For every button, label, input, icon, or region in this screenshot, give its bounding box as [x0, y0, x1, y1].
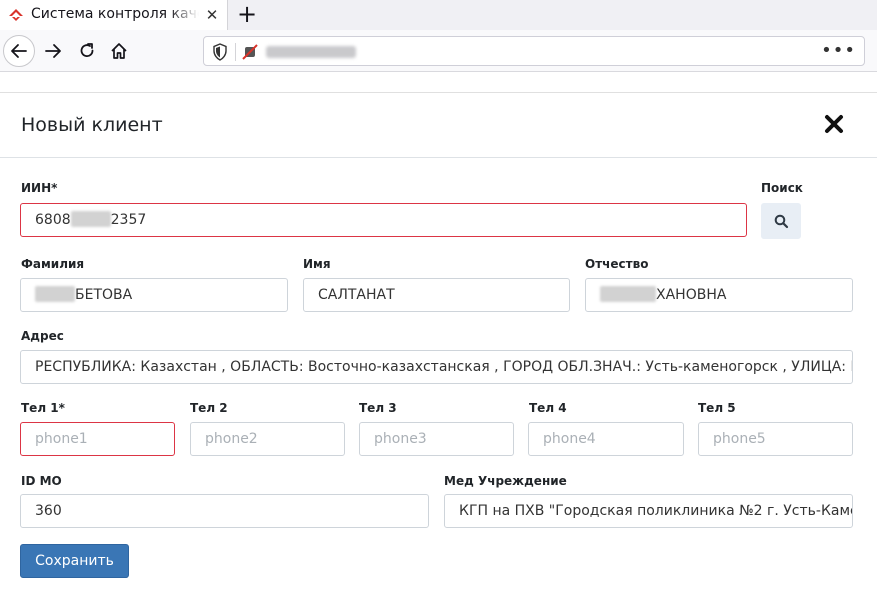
permissions-blocked-icon[interactable] [241, 43, 259, 61]
phone1-input[interactable]: phone1 [20, 422, 175, 456]
patronymic-redacted [600, 286, 656, 302]
arrow-right-icon [45, 44, 61, 58]
patronymic-input[interactable]: ХАНОВНА [585, 278, 853, 312]
modal-title: Новый клиент [21, 114, 163, 136]
save-button[interactable]: Сохранить [20, 544, 129, 578]
iin-input[interactable]: 6808 2357 [20, 203, 747, 237]
home-button[interactable] [103, 35, 135, 67]
id-mo-input[interactable]: 360 [20, 494, 429, 528]
iin-value-end: 2357 [110, 212, 147, 228]
reload-button[interactable] [71, 35, 103, 67]
navigation-bar: ••• [0, 30, 877, 72]
close-icon[interactable] [823, 113, 845, 135]
phone4-label: Тел 4 [529, 401, 567, 415]
name-value: САЛТАНАТ [318, 287, 395, 303]
iin-label: ИИН* [21, 181, 58, 195]
id-mo-label: ID MO [21, 474, 62, 488]
address-input[interactable]: РЕСПУБЛИКА: Казахстан , ОБЛАСТЬ: Восточн… [20, 350, 853, 384]
tab-bar: Система контроля качества ✕ + [0, 0, 877, 30]
phone3-label: Тел 3 [359, 401, 397, 415]
surname-value: БЕТОВА [75, 287, 133, 303]
med-label: Мед Учреждение [444, 474, 567, 488]
patronymic-label: Отчество [585, 257, 649, 271]
address-value: РЕСПУБЛИКА: Казахстан , ОБЛАСТЬ: Восточн… [35, 359, 853, 375]
id-mo-value: 360 [35, 503, 62, 519]
surname-redacted [35, 286, 75, 302]
site-favicon-icon [9, 9, 23, 21]
search-icon [774, 214, 788, 228]
back-button[interactable] [3, 35, 35, 67]
search-button[interactable] [761, 203, 801, 239]
tab-close-icon[interactable]: ✕ [203, 6, 221, 24]
name-input[interactable]: САЛТАНАТ [303, 278, 570, 312]
surname-label: Фамилия [21, 257, 85, 271]
page-actions-menu-icon[interactable]: ••• [821, 40, 856, 61]
search-label: Поиск [761, 181, 803, 195]
iin-value-start: 6808 [35, 212, 71, 228]
phone5-label: Тел 5 [698, 401, 736, 415]
forward-button[interactable] [37, 35, 69, 67]
phone1-label: Тел 1* [21, 401, 65, 415]
iin-redacted [70, 211, 111, 227]
surname-input[interactable]: БЕТОВА [20, 278, 288, 312]
med-value: КГП на ПХВ "Городская поликлиника №2 г. … [459, 503, 852, 519]
phone2-label: Тел 2 [190, 401, 228, 415]
url-text-redacted [266, 46, 356, 58]
tab-title: Система контроля качества [31, 6, 199, 22]
phone5-input[interactable]: phone5 [698, 422, 853, 456]
browser-tab[interactable]: Система контроля качества ✕ [0, 0, 228, 30]
address-bar[interactable]: ••• [203, 36, 865, 66]
med-input[interactable]: КГП на ПХВ "Городская поликлиника №2 г. … [444, 494, 853, 528]
url-separator [235, 43, 236, 61]
reload-icon [80, 43, 94, 57]
arrow-left-icon [11, 44, 27, 58]
new-client-modal: Новый клиент ИИН* 6808 2357 Поиск Фамилия… [0, 92, 877, 615]
modal-header: Новый клиент [0, 93, 877, 158]
home-icon [111, 43, 127, 59]
new-tab-button[interactable]: + [234, 2, 260, 28]
name-label: Имя [303, 257, 331, 271]
phone4-input[interactable]: phone4 [528, 422, 684, 456]
address-label: Адрес [21, 329, 64, 343]
shield-icon[interactable] [212, 43, 228, 61]
phone3-input[interactable]: phone3 [359, 422, 514, 456]
phone2-input[interactable]: phone2 [190, 422, 345, 456]
patronymic-value: ХАНОВНА [656, 287, 727, 303]
